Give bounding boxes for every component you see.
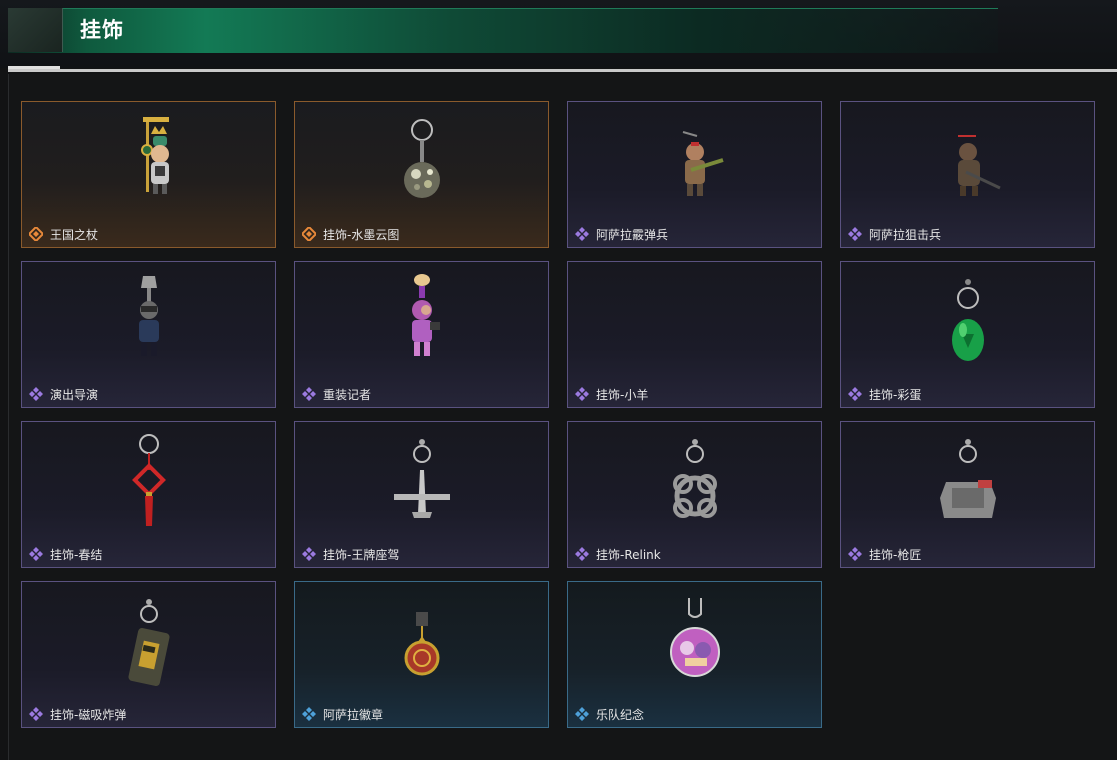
charm-card[interactable]: 阿萨拉狙击兵 [840, 101, 1095, 248]
charm-name: 挂饰-春结 [50, 548, 103, 562]
charm-name: 挂饰-Relink [596, 548, 661, 562]
rarity-diamond-icon [29, 547, 43, 561]
relink-logo-icon [672, 439, 717, 518]
charm-card[interactable]: 王国之杖 [21, 101, 276, 248]
rarity-diamond-icon [29, 707, 43, 721]
charm-card[interactable]: 挂饰-磁吸炸弹 [21, 581, 276, 728]
charm-card[interactable]: 挂饰-枪匠 [840, 421, 1095, 568]
charm-name: 重装记者 [323, 388, 372, 402]
sniper-figure-icon [957, 135, 1001, 196]
charm-card[interactable]: 挂饰-Relink [567, 421, 822, 568]
charm-card[interactable]: 挂饰-水墨云图 [294, 101, 549, 248]
charm-name: 乐队纪念 [596, 708, 645, 722]
rarity-diamond-icon [848, 547, 862, 561]
rarity-diamond-icon [848, 387, 862, 401]
charm-card[interactable]: 乐队纪念 [567, 581, 822, 728]
charm-name: 阿萨拉狙击兵 [869, 228, 942, 242]
charm-name: 挂饰-王牌座驾 [323, 548, 400, 562]
charm-card[interactable]: 重装记者 [294, 261, 549, 408]
back-button[interactable] [8, 8, 63, 52]
rarity-diamond-icon [302, 227, 316, 241]
charm-name: 挂饰-磁吸炸弹 [50, 708, 127, 722]
director-figure-icon [138, 276, 159, 356]
charm-card[interactable]: 挂饰-小羊 [567, 261, 822, 408]
rarity-diamond-icon [575, 227, 589, 241]
rarity-diamond-icon [29, 387, 43, 401]
magnetic-bomb-icon [127, 599, 170, 686]
charm-grid: 王国之杖 挂饰-水墨云图 阿萨拉霰弹兵 阿萨拉狙击兵 演出导演 重装记者 挂饰-… [21, 101, 1095, 728]
charm-name: 阿萨拉霰弹兵 [596, 228, 669, 242]
chinese-knot-icon [131, 434, 166, 526]
shotgunner-figure-icon [682, 131, 724, 196]
scepter-figure-icon [140, 117, 169, 194]
jet-plane-icon [393, 439, 450, 518]
header-tab-indicator [8, 66, 60, 69]
charm-card[interactable]: 挂饰-王牌座驾 [294, 421, 549, 568]
charm-name: 挂饰-枪匠 [869, 548, 922, 562]
header-divider [8, 69, 1117, 72]
rarity-diamond-icon [575, 387, 589, 401]
badge-medallion-icon [404, 612, 439, 676]
charm-card[interactable]: 演出导演 [21, 261, 276, 408]
charm-name: 挂饰-彩蛋 [869, 388, 922, 402]
rarity-diamond-icon [302, 387, 316, 401]
charm-card[interactable]: 阿萨拉霰弹兵 [567, 101, 822, 248]
page-title: 挂饰 [80, 18, 124, 42]
rarity-diamond-icon [848, 227, 862, 241]
rarity-diamond-icon [29, 227, 43, 241]
charm-name: 阿萨拉徽章 [323, 708, 384, 722]
charm-card[interactable]: 挂饰-彩蛋 [840, 261, 1095, 408]
rarity-diamond-icon [575, 547, 589, 561]
charm-name: 挂饰-小羊 [596, 388, 649, 402]
title-banner [8, 8, 998, 53]
rarity-diamond-icon [575, 707, 589, 721]
rarity-diamond-icon [302, 707, 316, 721]
green-egg-icon [951, 279, 984, 361]
charm-name: 演出导演 [50, 388, 99, 402]
charm-name: 挂饰-水墨云图 [323, 228, 400, 242]
rarity-diamond-icon [302, 547, 316, 561]
charm-card[interactable]: 挂饰-春结 [21, 421, 276, 568]
ink-orb-icon [403, 119, 440, 198]
charm-card[interactable]: 阿萨拉徽章 [294, 581, 549, 728]
band-pin-icon [669, 598, 720, 677]
reporter-figure-icon [411, 274, 440, 356]
charm-name: 王国之杖 [50, 228, 99, 242]
gunsmith-box-icon [939, 439, 996, 518]
